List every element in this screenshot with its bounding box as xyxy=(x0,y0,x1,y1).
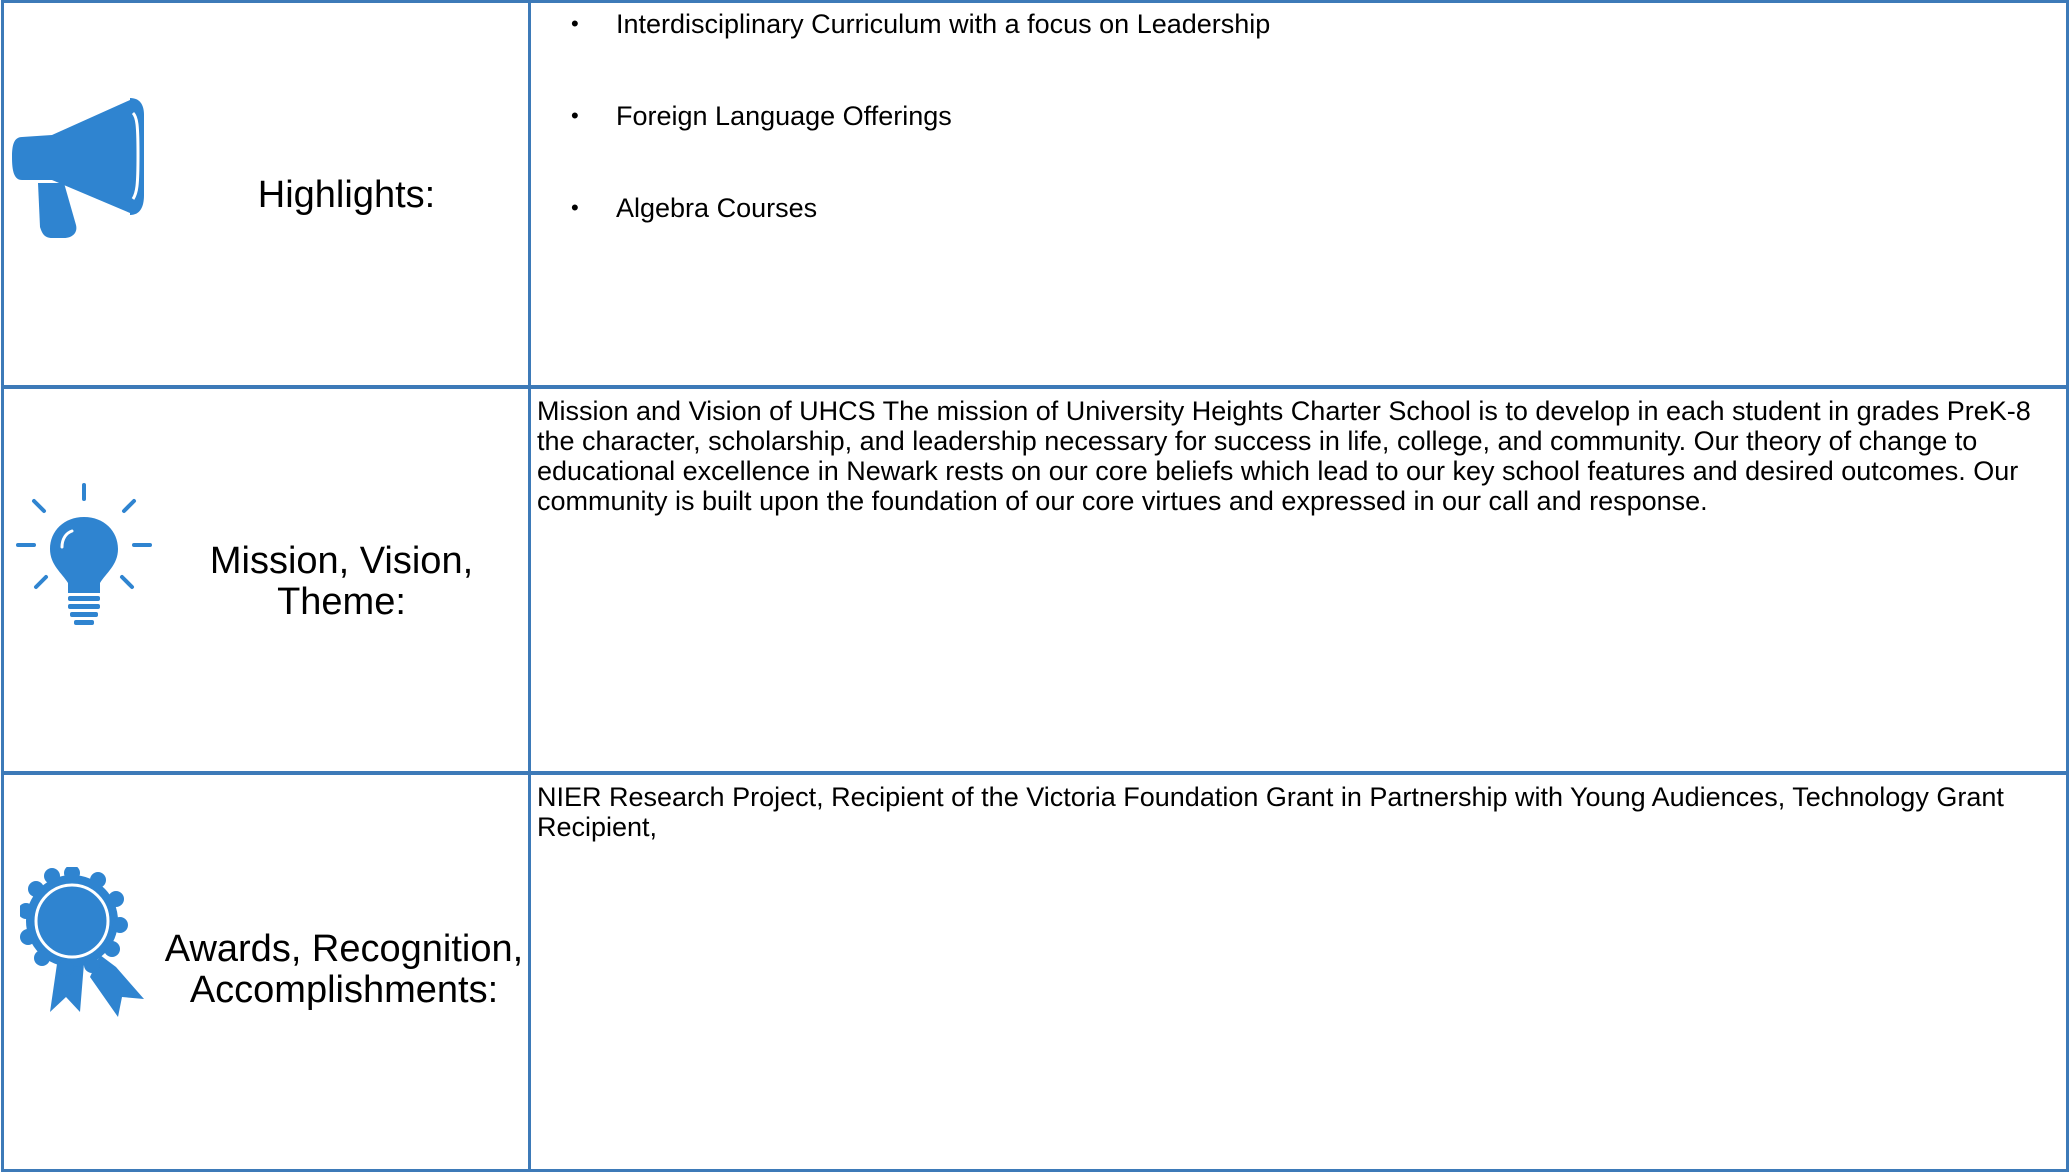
awards-content-cell: NIER Research Project, Recipient of the … xyxy=(528,772,2069,1172)
school-profile-table: Highlights: • Interdisciplinary Curriculu… xyxy=(0,0,2070,1172)
awards-label: Awards, Recognition, Accomplishments: xyxy=(164,928,524,1011)
highlights-content-cell: • Interdisciplinary Curriculum with a foc… xyxy=(528,0,2069,388)
awards-label-cell: Awards, Recognition, Accomplishments: xyxy=(1,772,531,1172)
award-ribbon-icon xyxy=(20,867,150,1017)
megaphone-icon xyxy=(12,95,162,240)
lightbulb-icon xyxy=(14,483,154,628)
list-item: • Interdisciplinary Curriculum with a foc… xyxy=(571,9,1271,39)
highlights-label: Highlights: xyxy=(257,174,436,216)
awards-text: NIER Research Project, Recipient of the … xyxy=(537,782,2004,842)
list-item: • Algebra Courses xyxy=(571,193,818,223)
highlights-label-cell: Highlights: xyxy=(1,0,531,388)
awards-row: Awards, Recognition, Accomplishments: NI… xyxy=(0,772,2070,1172)
highlights-row: Highlights: • Interdisciplinary Curriculu… xyxy=(0,0,2070,388)
mission-content-cell: Mission and Vision of UHCS The mission o… xyxy=(528,386,2069,774)
mission-row: Mission, Vision, Theme: Mission and Visi… xyxy=(0,386,2070,774)
mission-label: Mission, Vision, Theme: xyxy=(209,540,474,623)
list-item: • Foreign Language Offerings xyxy=(571,101,952,131)
mission-text: Mission and Vision of UHCS The mission o… xyxy=(537,396,2031,516)
highlights-list: • Interdisciplinary Curriculum with a foc… xyxy=(571,8,1270,284)
mission-label-cell: Mission, Vision, Theme: xyxy=(1,386,531,774)
